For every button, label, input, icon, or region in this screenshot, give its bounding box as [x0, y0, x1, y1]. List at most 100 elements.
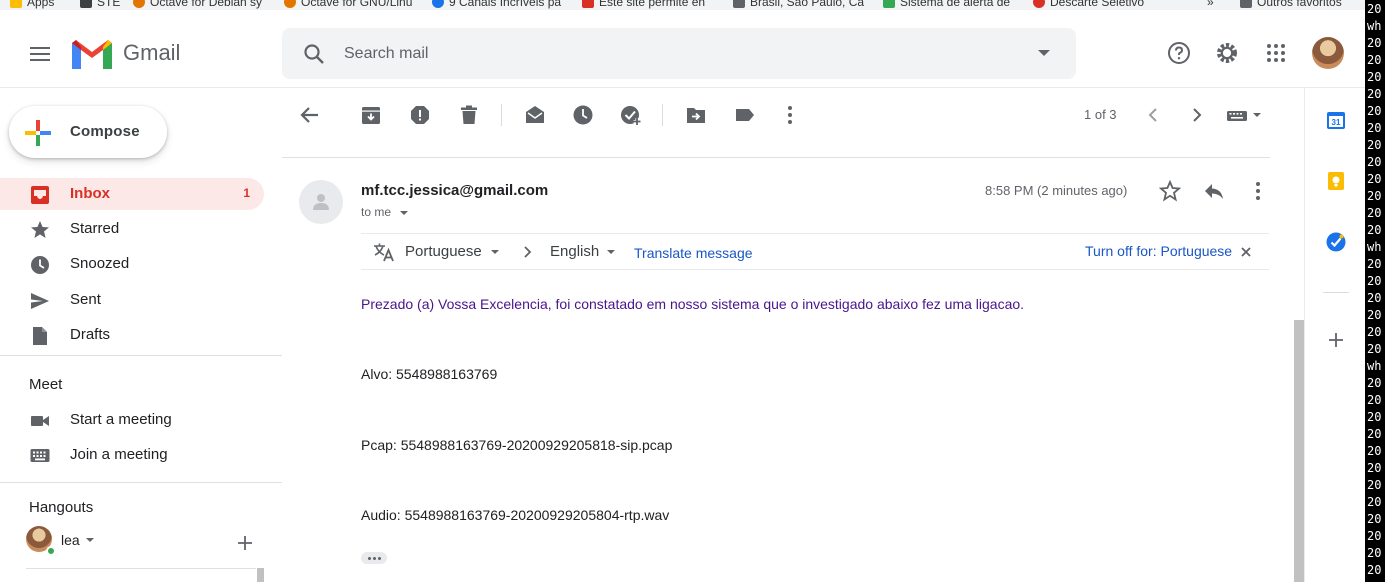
- message-body-target: Alvo: 5548988163769: [361, 366, 498, 382]
- recipient-details[interactable]: to me: [361, 205, 409, 219]
- person-icon: [313, 194, 329, 210]
- main-menu-button[interactable]: [20, 34, 60, 74]
- star-message-icon[interactable]: [1159, 180, 1181, 202]
- terminal-line: 20: [1367, 223, 1382, 237]
- newer-chevron-left-icon[interactable]: [1142, 104, 1164, 126]
- archive-icon[interactable]: [360, 104, 382, 126]
- side-panel: 31: [1304, 88, 1365, 582]
- translate-icon: [374, 243, 394, 262]
- hangouts-user[interactable]: lea: [26, 526, 266, 556]
- bookmark-apps[interactable]: Apps: [10, 0, 54, 9]
- tasks-icon[interactable]: [1326, 232, 1346, 252]
- sidebar-item-starred[interactable]: Starred: [0, 213, 264, 245]
- show-details-dropdown-icon[interactable]: [400, 210, 409, 215]
- search-options-dropdown-icon[interactable]: [1038, 50, 1050, 56]
- message-more-options-icon[interactable]: [1247, 180, 1269, 202]
- target-language-label: English: [550, 243, 600, 260]
- bookmark-ste[interactable]: STE: [80, 0, 120, 9]
- folder-icon: [1240, 0, 1252, 8]
- source-language-select[interactable]: Portuguese: [405, 234, 505, 270]
- octave-icon: [284, 0, 296, 8]
- terminal-line: 20: [1367, 36, 1382, 50]
- reply-arrow-icon[interactable]: [1203, 180, 1225, 202]
- close-translate-bar-icon[interactable]: [1241, 247, 1251, 257]
- recipient-label: to me: [361, 205, 392, 219]
- weather-icon: [733, 0, 745, 8]
- terminal-strip: 20 wh 20 20 20 20 20 20 20 20 20 20 20 20 wh 20 20 20 20 20…: [1365, 0, 1385, 582]
- bookmark-este-site[interactable]: Este site permite en: [582, 0, 719, 9]
- account-avatar[interactable]: [1312, 37, 1344, 69]
- app-name: Gmail: [123, 40, 181, 65]
- apps-grid-icon: [10, 0, 22, 8]
- show-trimmed-content-button[interactable]: [361, 552, 387, 564]
- get-addons-plus-icon[interactable]: [1326, 330, 1346, 350]
- bookmark-sistema[interactable]: Sistema de alerta de: [883, 0, 1020, 9]
- new-conversation-plus-icon[interactable]: [237, 535, 253, 551]
- calendar-icon[interactable]: 31: [1326, 110, 1346, 130]
- join-meeting-item[interactable]: Join a meeting: [0, 439, 264, 471]
- user-status-dropdown-icon[interactable]: [86, 538, 94, 542]
- report-spam-icon[interactable]: [409, 104, 431, 126]
- source-language-dropdown-icon: [491, 250, 499, 254]
- input-tools-keyboard-icon[interactable]: [1226, 109, 1262, 123]
- translate-message-link[interactable]: Translate message: [634, 245, 753, 261]
- bookmark-brasil[interactable]: Brasil, São Paulo, Ca: [733, 0, 870, 9]
- video-icon: [31, 416, 49, 426]
- message-body-audio: Audio: 5548988163769-20200929205804-rtp.…: [361, 507, 670, 523]
- back-arrow-icon[interactable]: [299, 104, 321, 126]
- terminal-line: 20: [1367, 104, 1382, 118]
- gmail-logo-icon: [72, 40, 112, 69]
- target-language-select[interactable]: English: [550, 234, 620, 270]
- help-icon[interactable]: [1167, 41, 1191, 65]
- settings-gear-icon[interactable]: [1215, 41, 1239, 65]
- google-apps-icon[interactable]: [1264, 41, 1288, 65]
- hangouts-section-title: Hangouts: [29, 499, 94, 516]
- start-meeting-item[interactable]: Start a meeting: [0, 404, 264, 436]
- site-icon: [582, 0, 594, 8]
- mark-unread-icon[interactable]: [524, 104, 546, 126]
- more-options-vertical-icon[interactable]: [779, 104, 801, 126]
- sidebar-item-sent[interactable]: Sent: [0, 284, 264, 316]
- delete-trash-icon[interactable]: [458, 104, 480, 126]
- turn-off-translation-link[interactable]: Turn off for: Portuguese: [1085, 243, 1232, 259]
- bookmark-octave-gnu[interactable]: Octave for GNU/Linu: [284, 0, 421, 9]
- bookmark-outros-favoritos[interactable]: Outros favoritos: [1240, 0, 1342, 9]
- sender-email[interactable]: mf.tcc.jessica@gmail.com: [361, 182, 548, 199]
- clock-icon: [31, 256, 49, 274]
- sidebar-scrollbar[interactable]: [257, 568, 264, 582]
- star-icon: [31, 221, 49, 238]
- compose-button[interactable]: Compose: [9, 106, 167, 158]
- bookmark-canais[interactable]: 9 Canais Incríveis pa: [432, 0, 569, 9]
- snooze-clock-icon[interactable]: [572, 104, 594, 126]
- terminal-line: 20: [1367, 189, 1382, 203]
- target-language-dropdown-icon: [607, 250, 615, 254]
- sidebar-item-snoozed[interactable]: Snoozed: [0, 248, 264, 280]
- terminal-line: wh: [1367, 19, 1382, 33]
- move-to-icon[interactable]: [685, 104, 707, 126]
- search-bar: [282, 28, 1076, 79]
- terminal-line: 20: [1367, 478, 1382, 492]
- message-toolbar: 1 of 3: [282, 88, 1304, 142]
- sidebar-item-inbox[interactable]: Inbox 1: [0, 178, 264, 210]
- compose-plus-icon: [25, 120, 51, 146]
- terminal-line: 20: [1367, 495, 1382, 509]
- terminal-line: 20: [1367, 376, 1382, 390]
- bookmark-descarte[interactable]: Descarte Seletivo: [1033, 0, 1144, 9]
- add-to-tasks-icon[interactable]: [620, 104, 642, 126]
- terminal-line: 20: [1367, 427, 1382, 441]
- terminal-line: 20: [1367, 87, 1382, 101]
- older-chevron-right-icon[interactable]: [1186, 104, 1208, 126]
- main-scrollbar-thumb[interactable]: [1294, 320, 1304, 582]
- message-view: 1 of 3 mf.tcc.jessica@gmail.com to me 8:…: [282, 88, 1304, 582]
- meet-item-label: Start a meeting: [70, 411, 172, 428]
- sidebar-item-drafts[interactable]: Drafts: [0, 319, 264, 351]
- terminal-line: 20: [1367, 121, 1382, 135]
- source-language-label: Portuguese: [405, 243, 482, 260]
- bookmarks-overflow[interactable]: »: [1207, 0, 1214, 9]
- keep-icon[interactable]: [1326, 171, 1346, 191]
- search-icon[interactable]: [302, 42, 326, 66]
- label-tag-icon[interactable]: [734, 104, 756, 126]
- sidebar-divider: [0, 482, 282, 483]
- search-input[interactable]: [344, 40, 984, 68]
- bookmark-octave-debian[interactable]: Octave for Debian sy: [133, 0, 270, 9]
